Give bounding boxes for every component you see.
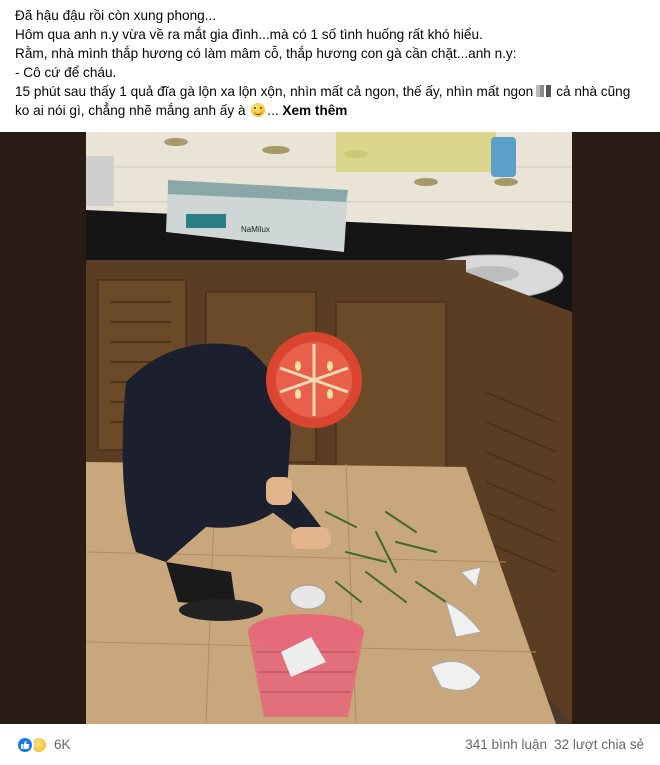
reaction-count[interactable]: 6K — [54, 737, 71, 752]
post-line-2: Hôm qua anh n.y vừa về ra mắt gia đình..… — [15, 27, 483, 42]
post-photo[interactable]: NaMilux — [86, 132, 572, 724]
post-text: Đã hậu đậu rồi còn xung phong... Hôm qua… — [15, 6, 647, 120]
comment-count-link[interactable]: 341 bình luận — [465, 737, 547, 752]
post-line-5: 15 phút sau thấy 1 quả đĩa gà lộn xa lộn… — [15, 82, 647, 120]
like-icon — [16, 735, 34, 754]
pixelated-emoji-icon — [546, 85, 552, 97]
kitchen-photo-illustration: NaMilux — [86, 132, 572, 724]
smiley-emoji-icon — [251, 103, 266, 117]
post-line-3: Rằm, nhà mình thắp hương có làm mâm cỗ, … — [15, 46, 517, 61]
post-photo-frame: NaMilux — [0, 132, 660, 724]
ellipsis: ... — [267, 103, 279, 118]
share-count-link[interactable]: 32 lượt chia sẻ — [554, 737, 644, 752]
reaction-summary[interactable]: 6K — [16, 735, 71, 754]
pixelated-emoji-icon — [536, 85, 545, 97]
post-line-5-text: 15 phút sau thấy 1 quả đĩa gà lộn xa lộn… — [15, 84, 534, 99]
see-more-link[interactable]: Xem thêm — [282, 103, 347, 118]
post-footer: 6K 341 bình luận 32 lượt chia sẻ — [0, 724, 660, 765]
post-line-4: - Cô cứ để cháu. — [15, 65, 117, 80]
post-line-1: Đã hậu đậu rồi còn xung phong... — [15, 8, 217, 23]
stove-brand-label: NaMilux — [241, 225, 270, 234]
engagement-stats: 341 bình luận 32 lượt chia sẻ — [465, 737, 644, 752]
